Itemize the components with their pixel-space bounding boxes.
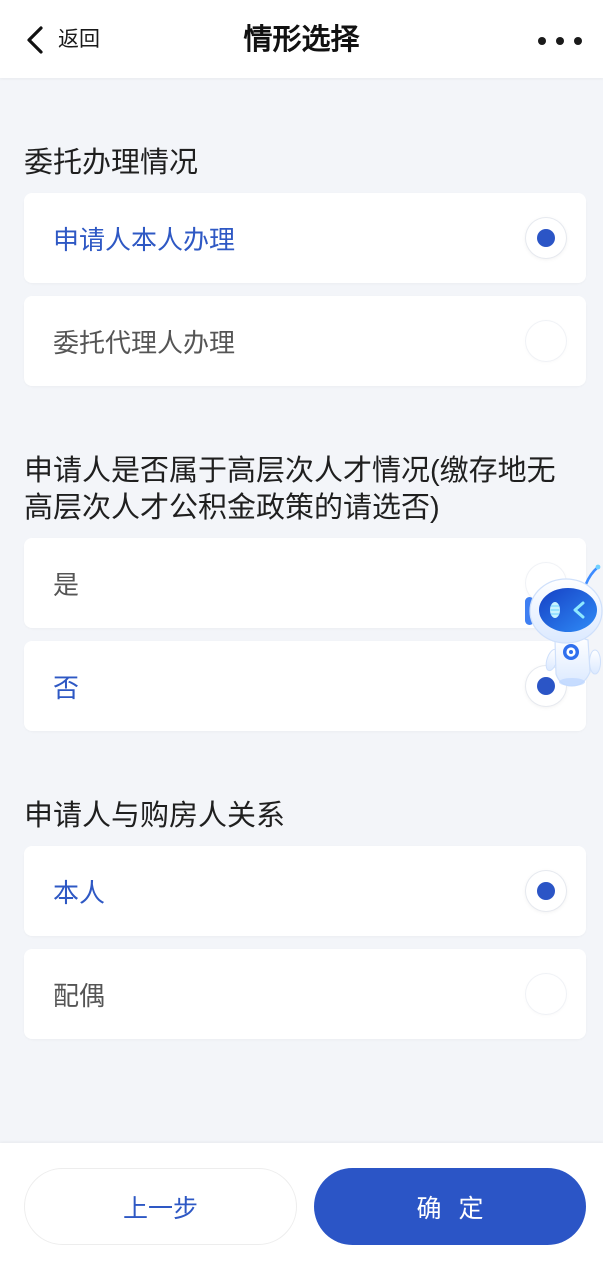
page-title: 情形选择 [243,24,360,56]
option-label: 申请人本人办理 [53,224,236,255]
dot [574,37,582,45]
robot-assistant-graphic [525,564,603,687]
radio-button[interactable] [526,871,566,911]
radio-dot [537,229,555,247]
option-label: 本人 [53,877,106,908]
bottom-action-bar: 上一步 确 定 [0,1143,603,1269]
option-card[interactable]: 委托代理人办理 [24,296,586,386]
radio-dot [537,882,555,900]
chevron-left-icon [27,26,43,54]
radio-button[interactable] [526,321,566,361]
robot-assistant-icon[interactable] [524,564,603,692]
section-heading: 申请人是否属于高层次人才情况(缴存地无高层次人才公积金政策的请选否) [24,455,556,524]
top-nav-bar: 返回 情形选择 [0,0,603,78]
option-label: 否 [53,672,80,703]
option-card[interactable]: 配偶 [24,949,586,1039]
section-heading: 委托办理情况 [24,147,199,179]
option-card[interactable]: 本人 [24,846,586,936]
back-button[interactable]: 返回 [24,19,100,61]
option-label: 是 [53,569,80,600]
section-talent: 申请人是否属于高层次人才情况(缴存地无高层次人才公积金政策的请选否) 是 否 [24,453,586,731]
option-card[interactable]: 是 [24,538,586,628]
dot [556,37,564,45]
scenario-form: 委托办理情况 申请人本人办理 委托代理人办理 申请人是否属于高层次人才情况(缴存… [24,78,586,1039]
prev-step-button[interactable]: 上一步 [24,1168,297,1245]
radio-button[interactable] [526,218,566,258]
back-label: 返回 [58,28,100,51]
option-label: 配偶 [53,980,106,1011]
option-card[interactable]: 申请人本人办理 [24,193,586,283]
section-delegation: 委托办理情况 申请人本人办理 委托代理人办理 [24,145,586,386]
more-dots-icon[interactable] [538,30,582,52]
confirm-button[interactable]: 确 定 [314,1168,586,1245]
section-relationship: 申请人与购房人关系 本人 配偶 [24,798,586,1039]
radio-button[interactable] [526,974,566,1014]
option-card[interactable]: 否 [24,641,586,731]
option-label: 委托代理人办理 [53,327,236,358]
section-heading: 申请人与购房人关系 [24,800,286,832]
dot [538,37,546,45]
